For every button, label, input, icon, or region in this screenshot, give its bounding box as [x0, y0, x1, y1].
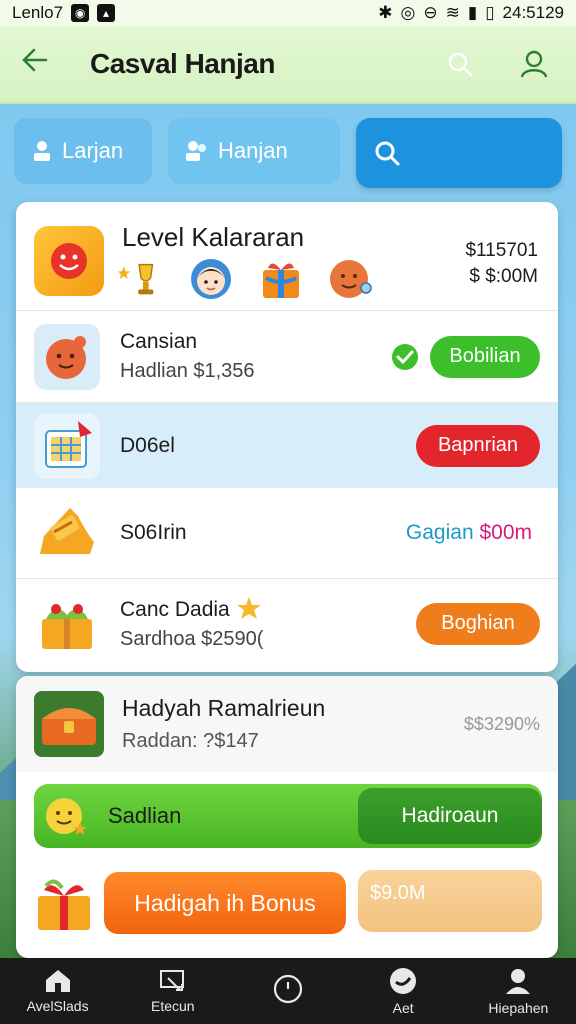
hadiroaun-button[interactable]: Hadiroaun — [358, 788, 542, 844]
status-left-text: Lenlo7 — [12, 3, 64, 22]
nav-home-label: AvelSlads — [26, 998, 89, 1014]
ticket-icon — [40, 508, 94, 554]
bapnrian-button[interactable]: Bapnrian — [416, 424, 540, 467]
level-price: $115701 $ $:00M — [465, 238, 538, 290]
progress-banner-label: Sadlian — [108, 803, 182, 828]
trophy-icon — [118, 256, 164, 302]
item-subtitle: Sardhoa $2590( — [120, 628, 264, 650]
signal-icon: ▮ — [467, 3, 478, 22]
battery-icon: ▯ — [485, 3, 495, 22]
nav-edit[interactable]: Etecun — [123, 968, 223, 1014]
alarm-icon: ◎ — [400, 3, 416, 22]
search-icon — [375, 141, 400, 166]
nav-home[interactable]: AvelSlads — [8, 968, 108, 1014]
status-bar: Lenlo7 ◉ ▴ ✱ ◎ ⊖ ≋ ▮ ▯ 24:5129 — [0, 0, 576, 26]
list-item[interactable]: Cansian Hadlian $1,356 Bobilian — [16, 310, 558, 402]
reward-value: $$3290% — [463, 713, 540, 734]
dnd-icon: ⊖ — [423, 3, 438, 22]
level-price-line2: $ $:00M — [469, 266, 538, 287]
nav-profile[interactable]: Hiepahen — [468, 966, 568, 1016]
happy-face-icon — [46, 798, 87, 835]
gift-box-icon — [258, 256, 304, 302]
item-title: Canc Dadia — [120, 596, 416, 622]
bottom-nav: AvelSlads Etecun Aet Hiepahen — [0, 958, 576, 1024]
gift-basket-icon — [42, 603, 92, 649]
chat-icon — [390, 968, 417, 994]
list-item[interactable]: D06el Bapnrian — [16, 402, 558, 488]
tab-larjan[interactable]: Larjan — [14, 118, 152, 184]
level-card: Level Kalararan $115701 $ $:00M Cansian … — [16, 202, 558, 672]
item-value: Gagian $00m — [406, 521, 532, 545]
item-title-text: Canc Dadia — [120, 598, 230, 621]
person-icon — [34, 141, 50, 161]
boghian-button[interactable]: Boghian — [416, 602, 540, 645]
avatar — [34, 500, 100, 566]
reward-title: Hadyah Ramalrieun — [122, 695, 326, 721]
item-title: Cansian — [120, 330, 198, 353]
tab-larjan-label: Larjan — [62, 138, 124, 163]
avatar — [34, 323, 100, 390]
bluetooth-icon: ✱ — [378, 3, 393, 22]
character-face-icon — [46, 335, 86, 379]
clock: 24:5129 — [502, 3, 564, 22]
app-bar: Casval Hanjan — [0, 26, 576, 104]
wifi-icon: ≋ — [445, 3, 460, 22]
nav-history[interactable] — [238, 973, 338, 1009]
treasure-chest-icon — [34, 691, 104, 757]
nav-edit-label: Etecun — [150, 998, 195, 1014]
notification-icon: ◉ — [71, 4, 90, 22]
profile-button[interactable] — [512, 42, 556, 86]
level-header: Level Kalararan $115701 $ $:00M — [16, 202, 558, 310]
item-value-amount: $00m — [479, 521, 532, 544]
avatar — [34, 591, 100, 657]
item-subtitle: Hadlian $1,356 — [120, 360, 255, 382]
item-value-label: Gagian — [405, 521, 474, 544]
arrow-left-icon — [22, 48, 48, 72]
tab-hanjan[interactable]: Hanjan — [168, 118, 340, 184]
search-input[interactable] — [356, 118, 562, 188]
avatar — [34, 412, 100, 479]
home-icon — [45, 970, 70, 992]
page-title: Casval Hanjan — [90, 48, 275, 79]
back-button[interactable] — [20, 45, 70, 83]
edit-icon — [159, 970, 184, 991]
bobilian-button[interactable]: Bobilian — [430, 335, 540, 378]
nav-chat[interactable]: Aet — [353, 966, 453, 1016]
bonus-value: $9.0M — [358, 870, 542, 932]
search-icon — [448, 52, 473, 77]
level-title: Level Kalararan — [122, 222, 305, 252]
profile-icon — [506, 969, 531, 994]
progress-banner[interactable]: Sadlian Hadiroaun — [34, 784, 542, 848]
building-box-icon — [45, 420, 92, 468]
smile-face-icon — [328, 256, 374, 302]
level-price-line1: $115701 — [465, 240, 538, 261]
check-circle-icon — [392, 343, 418, 370]
list-item[interactable]: S06Irin Gagian $00m — [16, 488, 558, 578]
star-icon — [236, 597, 261, 619]
list-item[interactable]: Canc Dadia Sardhoa $2590( Boghian — [16, 578, 558, 668]
rewards-card: Hadyah Ramalrieun Raddan: ?$147 $$3290% … — [16, 676, 558, 958]
group-icon — [186, 141, 206, 161]
reward-emoji-row — [118, 256, 374, 302]
item-title: D06el — [120, 433, 175, 457]
bonus-button[interactable]: Hadigah ih Bonus — [104, 872, 346, 934]
nav-chat-label: Aet — [392, 1000, 414, 1016]
girl-avatar-icon — [188, 256, 234, 302]
bonus-gift-icon — [38, 879, 90, 930]
smiley-badge-icon — [51, 243, 87, 279]
reward-subtitle: Raddan: ?$147 — [122, 730, 259, 752]
game-app-icon[interactable] — [34, 226, 104, 296]
bonus-row: Hadigah ih Bonus $9.0M — [34, 868, 542, 938]
item-title: S06Irin — [120, 521, 187, 544]
user-icon — [520, 50, 548, 78]
lock-icon: ▴ — [97, 4, 116, 22]
search-button[interactable] — [438, 42, 482, 86]
tab-hanjan-label: Hanjan — [218, 138, 288, 163]
tabs-row: Larjan Hanjan — [14, 118, 562, 188]
clock-icon — [273, 974, 303, 1004]
nav-profile-label: Hiepahen — [488, 1000, 549, 1016]
reward-row[interactable]: Hadyah Ramalrieun Raddan: ?$147 $$3290% — [16, 676, 558, 772]
